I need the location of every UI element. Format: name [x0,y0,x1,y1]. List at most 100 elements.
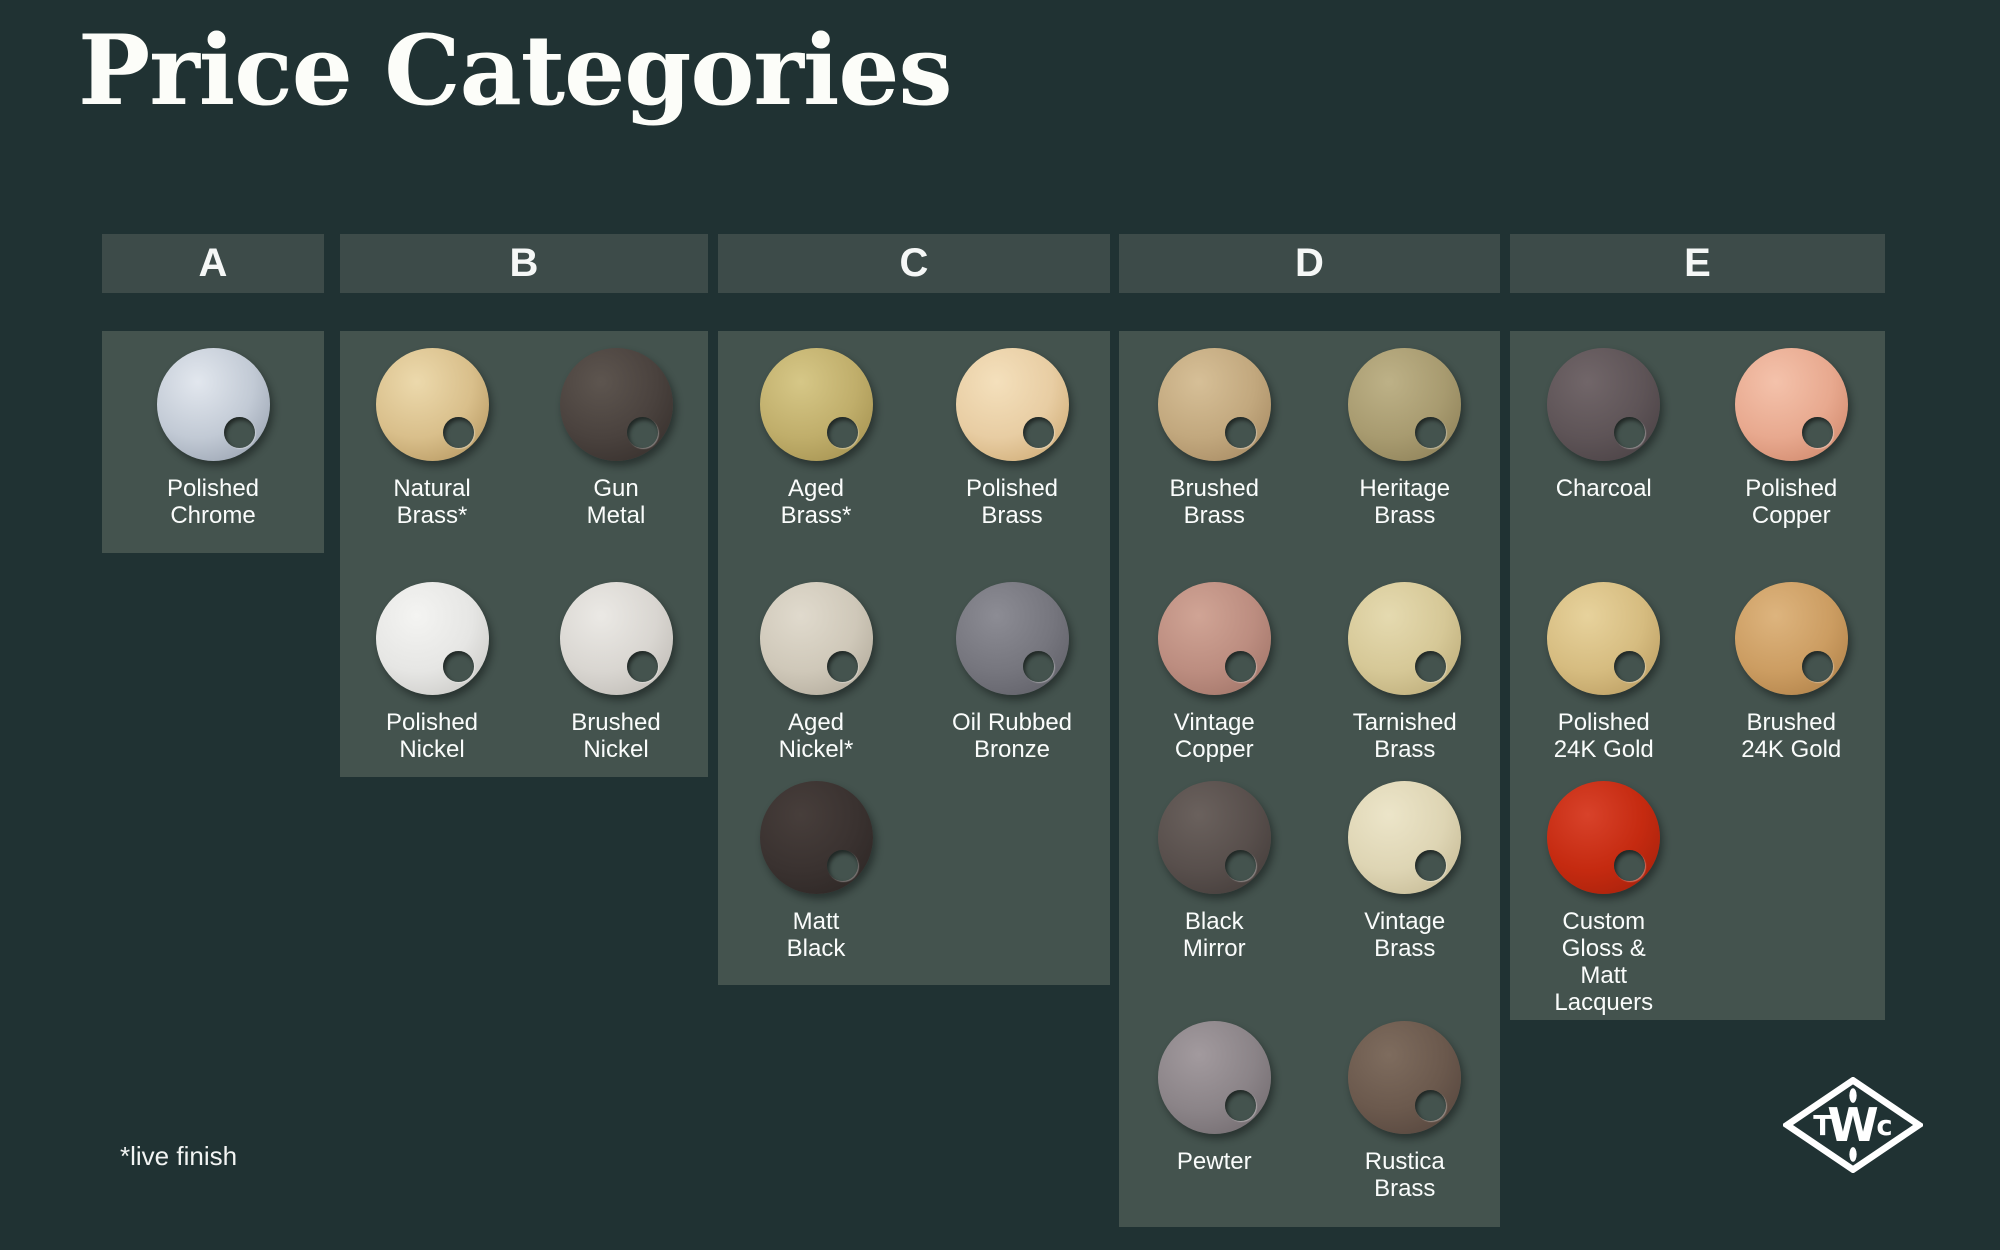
swatch-gun-metal [560,348,673,461]
swatch-hole [1225,651,1256,682]
swatch-cell: Natural Brass* [340,331,524,565]
swatch-label: Polished Chrome [167,475,259,529]
swatch-cell: Heritage Brass [1310,331,1501,565]
swatch-label: Vintage Copper [1174,709,1255,763]
swatch-cell: Polished Nickel [340,565,524,777]
swatch-label: Pewter [1177,1148,1252,1175]
swatch-label: Charcoal [1556,475,1652,502]
swatch-hole [1415,850,1446,881]
category-header-b: B [340,234,708,293]
swatch-label: Natural Brass* [393,475,470,529]
swatch-label: Oil Rubbed Bronze [952,709,1072,763]
swatch-brushed-24k-gold [1735,582,1848,695]
category-panel-e: Charcoal Polished Copper Polished 24K Go… [1510,331,1885,1020]
swatch-natural-brass [376,348,489,461]
swatch-custom-lacquers [1547,781,1660,894]
swatch-cell: Brushed Nickel [524,565,708,777]
swatch-charcoal [1547,348,1660,461]
swatch-polished-copper [1735,348,1848,461]
logo-letter-w: W [1827,1099,1878,1153]
swatch-oil-rubbed-bronze [956,582,1069,695]
swatch-hole [1023,417,1054,448]
swatch-hole [1225,1090,1256,1121]
swatch-cell: Gun Metal [524,331,708,565]
swatch-label: Black Mirror [1183,908,1246,962]
swatch-hole [627,651,658,682]
category-panel-a: Polished Chrome [102,331,324,553]
swatch-vintage-brass [1348,781,1461,894]
swatch-tarnished-brass [1348,582,1461,695]
swatch-label: Rustica Brass [1365,1148,1445,1202]
category-panel-b: Natural Brass* Gun Metal Polished Nickel… [340,331,708,777]
swatch-hole [1614,417,1645,448]
swatch-cell: Black Mirror [1119,764,1310,1004]
swatch-hole [827,417,858,448]
swatch-hole [627,417,658,448]
swatch-cell: Aged Nickel* [718,565,914,764]
price-categories-poster: Price Categories A Polished Chrome B Nat… [0,0,2000,1250]
category-header-a: A [102,234,324,293]
swatch-label: Heritage Brass [1359,475,1450,529]
swatch-aged-nickel [760,582,873,695]
swatch-cell: Polished 24K Gold [1510,565,1698,764]
swatch-cell: Polished Copper [1698,331,1886,565]
swatch-label: Brushed Nickel [571,709,660,763]
swatch-hole [1614,850,1645,881]
swatch-cell: Oil Rubbed Bronze [914,565,1110,764]
swatch-heritage-brass [1348,348,1461,461]
swatch-hole [1802,417,1833,448]
swatch-hole [224,417,255,448]
swatch-pewter [1158,1021,1271,1134]
swatch-label: Tarnished Brass [1353,709,1457,763]
swatch-polished-24k-gold [1547,582,1660,695]
swatch-label: Polished 24K Gold [1554,709,1654,763]
swatch-label: Brushed 24K Gold [1741,709,1841,763]
logo-letter-c: c [1876,1111,1892,1142]
swatch-cell: Brushed 24K Gold [1698,565,1886,764]
swatch-cell: Vintage Brass [1310,764,1501,1004]
swatch-hole [827,651,858,682]
swatch-cell: Matt Black [718,764,914,985]
swatch-cell: Vintage Copper [1119,565,1310,764]
swatch-label: Matt Black [787,908,846,962]
swatch-polished-brass [956,348,1069,461]
swatch-label: Custom Gloss & Matt Lacquers [1554,908,1653,1016]
category-panel-c: Aged Brass* Polished Brass Aged Nickel* … [718,331,1110,985]
category-header-d: D [1119,234,1500,293]
swatch-cell: Custom Gloss & Matt Lacquers [1510,764,1698,1020]
swatch-hole [827,850,858,881]
swatch-label: Polished Copper [1745,475,1837,529]
category-header-e: E [1510,234,1885,293]
swatch-label: Brushed Brass [1170,475,1259,529]
twc-logo: T W c [1783,1077,1923,1173]
swatch-black-mirror [1158,781,1271,894]
swatch-label: Gun Metal [587,475,646,529]
swatch-cell: Polished Chrome [102,331,324,553]
swatch-brushed-nickel [560,582,673,695]
swatch-hole [443,651,474,682]
swatch-hole [1225,850,1256,881]
category-header-c: C [718,234,1110,293]
swatch-hole [1802,651,1833,682]
swatch-hole [1225,417,1256,448]
page-title: Price Categories [78,14,952,127]
swatch-cell: Brushed Brass [1119,331,1310,565]
swatch-label: Polished Brass [966,475,1058,529]
swatch-cell: Charcoal [1510,331,1698,565]
swatch-vintage-copper [1158,582,1271,695]
live-finish-footnote: *live finish [120,1141,237,1172]
swatch-hole [1023,651,1054,682]
swatch-cell: Polished Brass [914,331,1110,565]
swatch-hole [1415,417,1446,448]
category-panel-d: Brushed Brass Heritage Brass Vintage Cop… [1119,331,1500,1227]
swatch-cell: Rustica Brass [1310,1004,1501,1227]
swatch-matt-black [760,781,873,894]
swatch-label: Vintage Brass [1364,908,1445,962]
swatch-polished-nickel [376,582,489,695]
swatch-label: Polished Nickel [386,709,478,763]
swatch-hole [1614,651,1645,682]
swatch-label: Aged Brass* [781,475,852,529]
swatch-cell: Aged Brass* [718,331,914,565]
swatch-polished-chrome [157,348,270,461]
swatch-label: Aged Nickel* [779,709,854,763]
